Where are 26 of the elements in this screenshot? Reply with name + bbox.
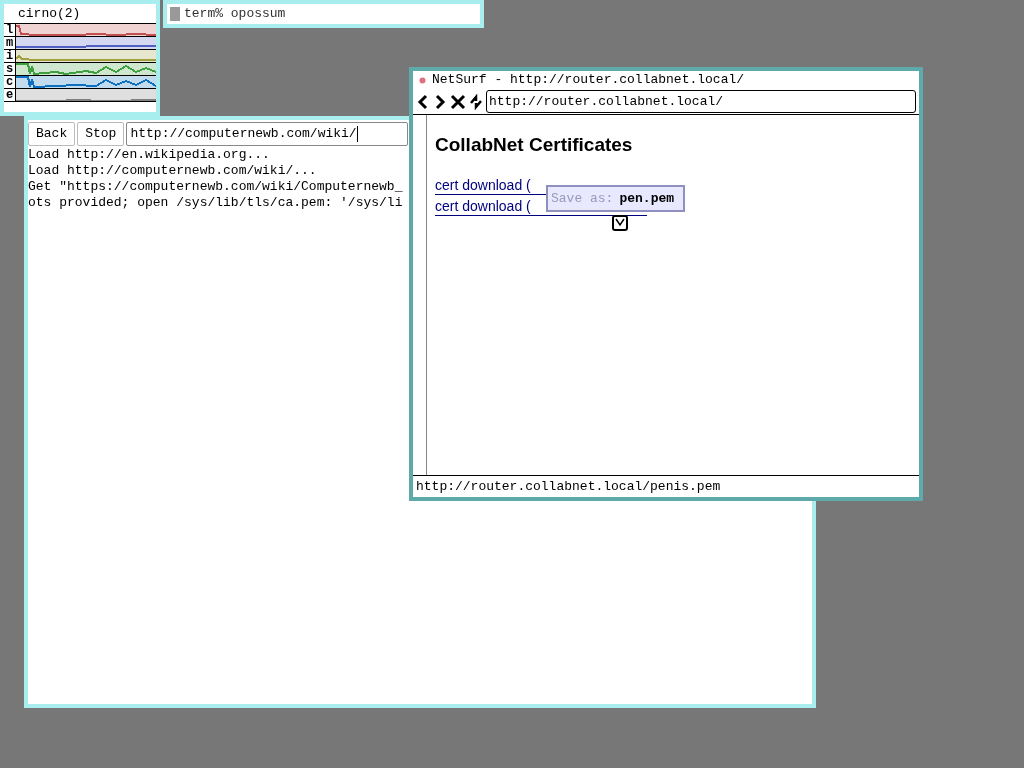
graph-label: l (4, 24, 16, 36)
close-icon[interactable] (450, 93, 466, 110)
graph-label: i (4, 50, 16, 62)
status-text: http://router.collabnet.local/penis.pem (416, 477, 721, 496)
url-field[interactable]: http://computernewb.com/wiki/ (126, 122, 408, 146)
graph-label: s (4, 63, 16, 75)
pointer-icon (612, 215, 628, 231)
reload-icon[interactable] (469, 93, 483, 110)
back-icon[interactable] (416, 93, 430, 110)
log-line: ots provided; open /sys/lib/tls/ca.pem: '/sys/li (28, 195, 403, 211)
window-title: NetSurf - http://router.collabnet.local/ (432, 71, 745, 90)
graph-label: c (4, 76, 16, 88)
graph-label: m (4, 37, 16, 49)
log-line: Load http://en.wikipedia.org... (28, 147, 270, 163)
page-heading: CollabNet Certificates (435, 133, 634, 157)
log-line: Load http://computernewb.com/wiki/... (28, 163, 317, 179)
terminal-line: term% opossum (184, 5, 286, 24)
url-field[interactable]: http://router.collabnet.local/ (486, 90, 916, 113)
forward-icon[interactable] (433, 93, 447, 110)
log-line: Get "https://computernewb.com/wiki/Computernewb_ (28, 179, 403, 195)
window-title: cirno(2) (4, 4, 156, 24)
graph-label: e (4, 89, 16, 101)
scrollbar[interactable] (170, 7, 180, 21)
toolbar-button[interactable]: Stop (77, 122, 125, 146)
toolbar-button[interactable]: Back (28, 122, 76, 146)
app-icon (419, 76, 426, 84)
